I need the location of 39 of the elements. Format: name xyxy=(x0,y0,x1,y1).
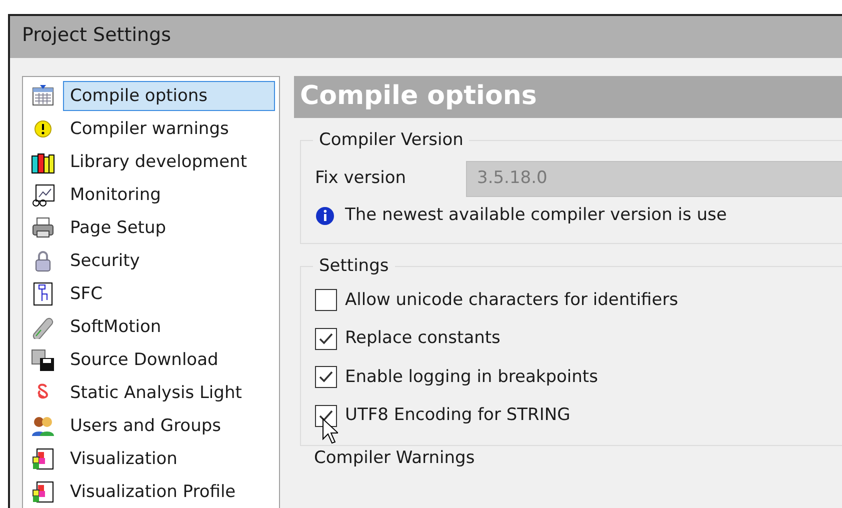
window-blocks-icon xyxy=(31,480,55,504)
calendar-grid-icon xyxy=(31,84,55,108)
sidebar-item[interactable]: Static Analysis Light xyxy=(63,378,249,408)
checkbox-label[interactable]: Allow unicode characters for identifiers xyxy=(345,288,678,313)
sidebar-item[interactable]: Compiler warnings xyxy=(63,114,236,144)
sidebar-item[interactable]: SFC xyxy=(63,278,110,308)
checkbox[interactable] xyxy=(315,404,337,427)
checkbox-label[interactable]: UTF8 Encoding for STRING xyxy=(345,403,570,428)
field-label: Fix version xyxy=(315,167,406,190)
checkbox-label[interactable]: Replace constants xyxy=(345,326,500,352)
checkbox[interactable] xyxy=(315,328,337,350)
check-mark-icon xyxy=(318,408,334,423)
floppy-download-icon xyxy=(31,348,55,372)
check-mark-icon xyxy=(318,370,334,384)
checkbox[interactable] xyxy=(315,289,337,312)
info-icon xyxy=(315,206,335,226)
sidebar-item[interactable]: Compile options xyxy=(63,80,275,110)
sidebar-item[interactable]: Page Setup xyxy=(63,212,174,242)
sidebar-item[interactable]: Library development xyxy=(63,146,254,176)
sidebar-item[interactable]: Users and Groups xyxy=(63,410,228,440)
info-text: The newest available compiler version is use xyxy=(345,204,727,227)
sidebar-item[interactable]: Security xyxy=(63,246,147,276)
check-mark-icon xyxy=(318,332,334,346)
checkbox-label[interactable]: Enable logging in breakpoints xyxy=(345,364,598,390)
flow-chart-icon xyxy=(31,282,55,306)
sidebar-item[interactable]: Monitoring xyxy=(63,180,168,210)
window-blocks-icon xyxy=(31,446,55,470)
version-field: 3.5.18.0 xyxy=(466,161,842,197)
sidebar-item[interactable]: Source Download xyxy=(63,344,226,374)
sidebar-item[interactable]: Visualization Profile xyxy=(63,476,243,506)
sidebar-item[interactable]: SoftMotion xyxy=(63,312,168,342)
window-title: Project Settings xyxy=(10,16,842,58)
chart-glasses-icon xyxy=(31,182,55,206)
group-legend: Compiler Warnings xyxy=(314,448,475,466)
printer-icon xyxy=(31,216,55,240)
checkbox[interactable] xyxy=(315,366,337,388)
mouse-cursor-icon xyxy=(322,418,338,444)
panel-title: Compile options xyxy=(294,76,842,118)
sidebar-item[interactable]: Visualization xyxy=(63,444,184,474)
